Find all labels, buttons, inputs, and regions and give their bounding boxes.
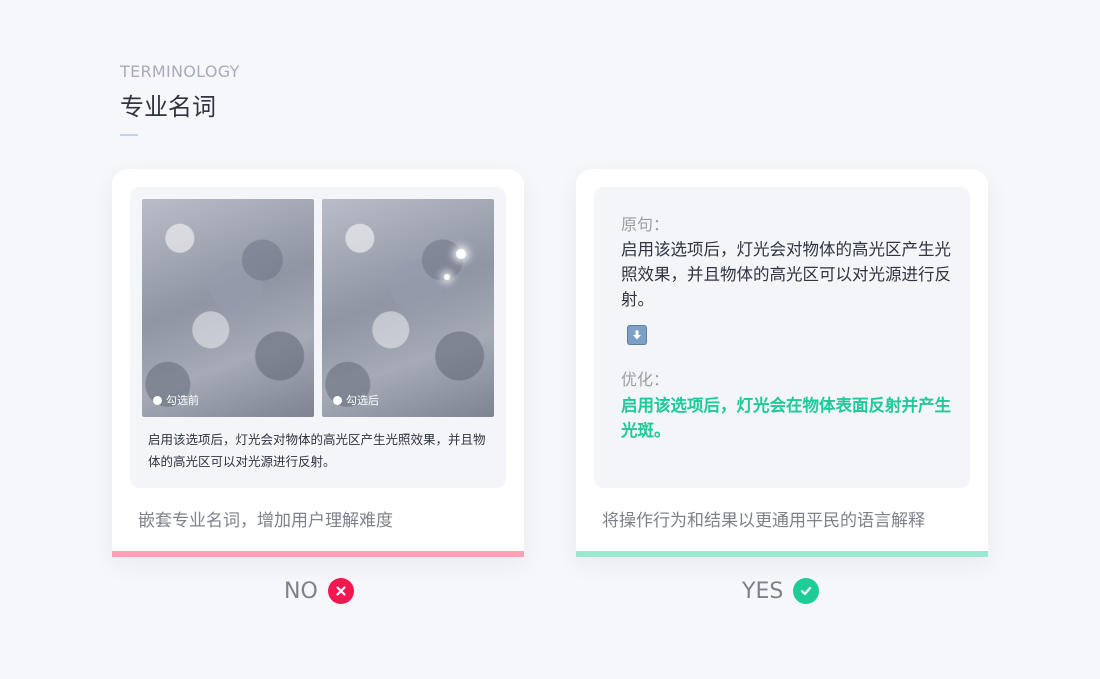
bad-accent-bar [112,551,524,557]
after-image-tag: 勾选后 [333,392,379,408]
before-image-tag: 勾选前 [153,392,199,408]
original-text: 启用该选项后，灯光会对物体的高光区产生光照效果，并且物体的高光区可以对光源进行反… [621,240,951,309]
before-image-label: 勾选前 [166,394,199,407]
good-example-panel: 原句： 启用该选项后，灯光会对物体的高光区产生光照效果，并且物体的高光区可以对光… [594,187,970,488]
tag-dot-icon [333,395,342,405]
before-texture-image: 勾选前 [142,199,314,417]
bad-example-card: 勾选前 勾选后 启用该选项后，灯光会对物体的高光区产生光照效果，并且物体的高光区… [112,169,524,557]
after-image-label: 勾选后 [346,394,379,407]
verdict-no: NO [284,578,354,604]
arrow-down-icon [627,325,647,345]
section-title: 专业名词 [120,93,216,121]
good-example-card: 原句： 启用该选项后，灯光会对物体的高光区产生光照效果，并且物体的高光区可以对光… [576,169,988,557]
eyebrow-label: TERMINOLOGY [120,62,240,81]
check-icon [793,578,820,604]
verdict-yes-label: YES [742,578,784,604]
after-texture-image: 勾选后 [322,199,494,417]
section-header: TERMINOLOGY 专业名词 [120,62,240,136]
good-accent-bar [576,551,988,557]
bad-example-caption: 嵌套专业名词，增加用户理解难度 [138,511,393,531]
close-icon [327,578,354,604]
verdict-yes: YES [742,578,820,604]
good-example-caption: 将操作行为和结果以更通用平民的语言解释 [602,511,925,531]
bad-example-panel: 勾选前 勾选后 启用该选项后，灯光会对物体的高光区产生光照效果，并且物体的高光区… [130,187,506,488]
title-underline [120,134,138,136]
optimized-text: 启用该选项后，灯光会在物体表面反射并产生光斑。 [621,396,951,440]
tag-dot-icon [153,395,162,405]
bad-example-text: 启用该选项后，灯光会对物体的高光区产生光照效果，并且物体的高光区可以对光源进行反… [148,432,486,469]
original-label: 原句： [621,215,670,234]
highlight-sparkle-icon [444,274,450,280]
highlight-sparkle-icon [456,249,466,259]
optimized-label: 优化： [621,370,670,389]
verdict-no-label: NO [284,578,318,604]
